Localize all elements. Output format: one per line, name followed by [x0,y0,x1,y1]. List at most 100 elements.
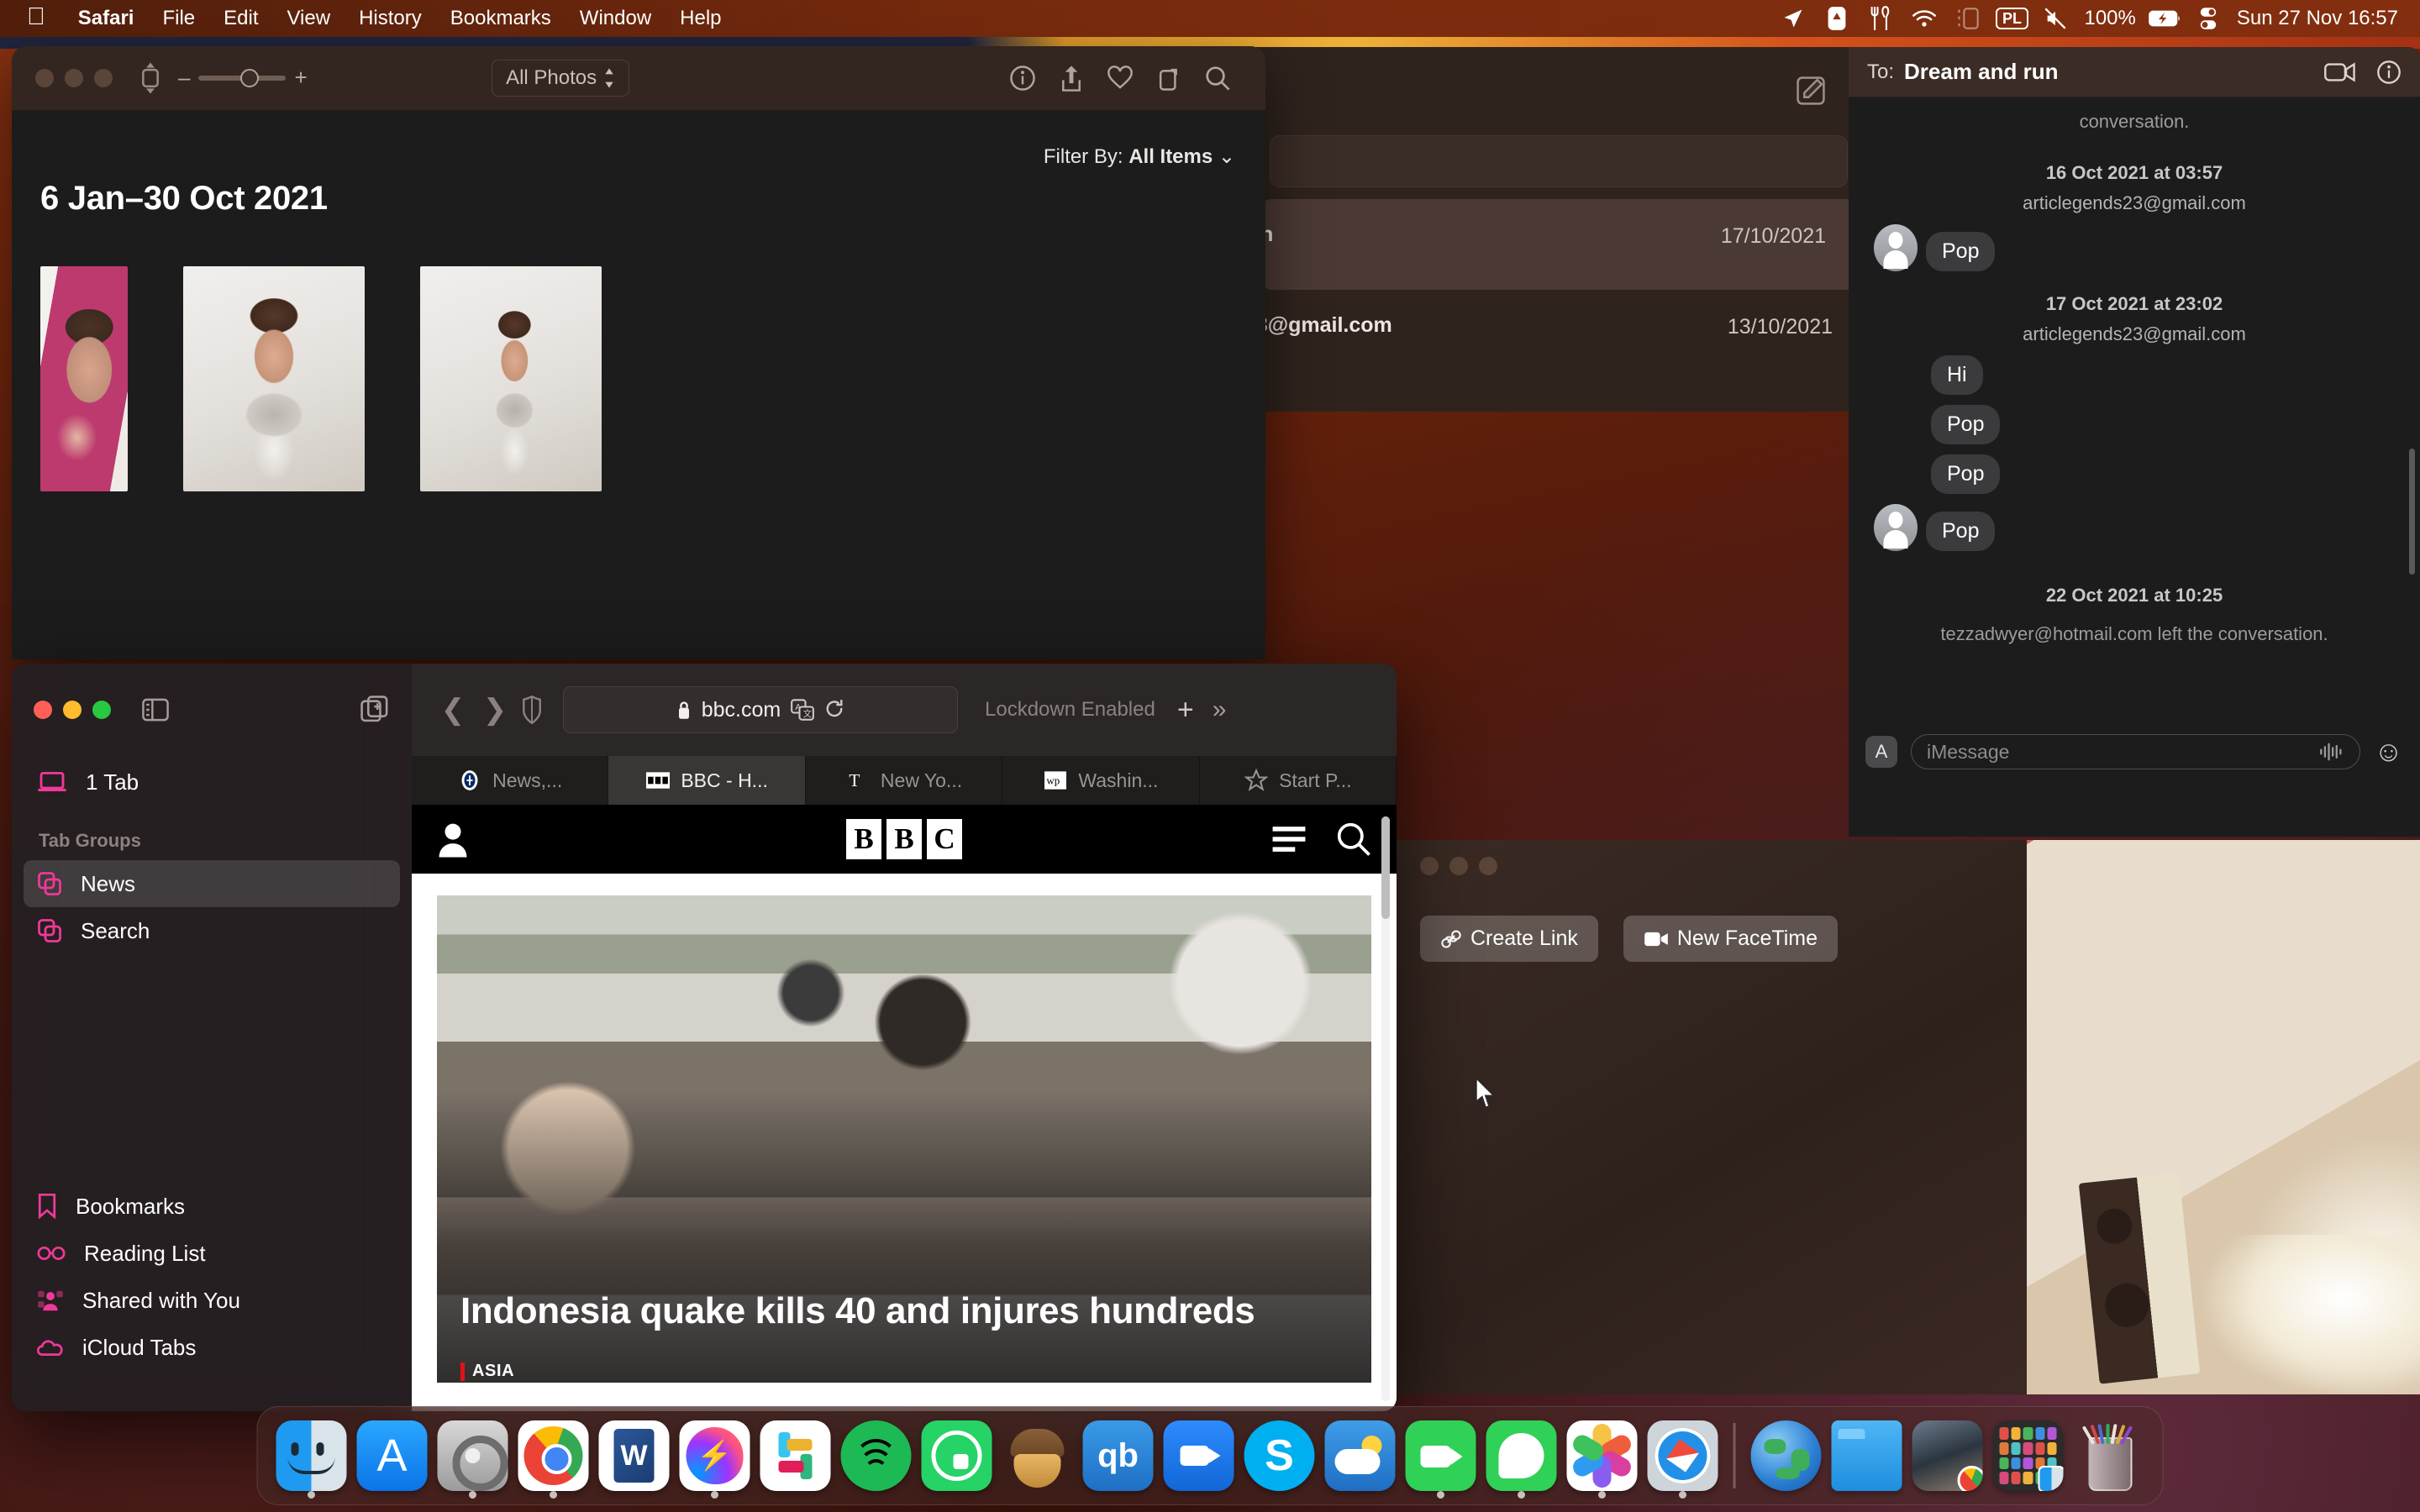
zoom-in-label[interactable]: + [294,67,307,88]
hamburger-menu-icon[interactable] [1270,825,1307,853]
dock-item-skype[interactable] [1239,1406,1320,1505]
photos-view-selector[interactable]: All Photos [492,60,630,97]
photo-thumbnail-2[interactable] [183,266,365,491]
mail-window[interactable]: run 17/10/2021 s23@gmail.com 13/10/2021 [1256,47,1861,412]
dock-item-stacks-preview[interactable] [1907,1406,1988,1505]
facetime-window[interactable]: Create Link New FaceTime [1397,840,2027,1394]
mail-row[interactable]: run 17/10/2021 [1256,199,1854,290]
photos-filter-control[interactable]: Filter By: All Items ⌄ [1044,144,1235,169]
messages-window[interactable]: To: Dream and run conversation. 16 Oct 2… [1849,47,2420,837]
menu-item-view[interactable]: View [272,7,345,30]
bbc-section-label[interactable]: ASIA [460,1362,514,1381]
double-chevron-right-icon[interactable]: » [1213,696,1227,724]
dock-item-messages[interactable] [1481,1406,1562,1505]
dock-item-zoom[interactable] [1159,1406,1239,1505]
new-facetime-button[interactable]: New FaceTime [1623,916,1839,962]
sidebar-item-bookmarks[interactable]: Bookmarks [24,1183,400,1230]
favorite-heart-icon[interactable] [1096,60,1144,97]
dock-item-photos[interactable] [1562,1406,1643,1505]
video-camera-icon[interactable] [2324,61,2356,83]
facetime-traffic-lights[interactable] [1420,857,1497,875]
zoom-slider-knob[interactable] [240,69,260,87]
sidebar-item-shared-with-you[interactable]: Shared with You [24,1277,400,1324]
apple-logo-icon[interactable]:  [27,4,45,29]
privacy-shield-icon[interactable] [521,696,543,724]
cutlery-icon[interactable] [1859,0,1902,37]
chevron-right-icon[interactable]: ❯ [474,693,516,727]
dock-item-internet-globe[interactable] [1746,1406,1827,1505]
photos-window[interactable]: – + All Photos Filter By: All Items ⌄ 6 … [12,46,1265,659]
dock-item-system-settings[interactable] [433,1406,513,1505]
dock-item-google-chrome[interactable] [513,1406,594,1505]
compose-icon[interactable] [1796,76,1826,106]
minimize-button[interactable] [65,69,83,87]
menu-item-window[interactable]: Window [566,7,666,30]
dock-item-acorn[interactable] [997,1406,1078,1505]
dock-item-whatsapp[interactable] [917,1406,997,1505]
close-button[interactable] [34,701,52,719]
safari-traffic-lights[interactable] [34,701,111,719]
dock-item-messenger[interactable] [675,1406,755,1505]
menu-item-safari[interactable]: Safari [64,7,149,30]
menu-item-file[interactable]: File [148,7,209,30]
dropbox-icon[interactable] [1815,0,1859,37]
tab-start-page[interactable]: Start P... [1200,756,1397,805]
tab-washington-post[interactable]: wp Washin... [1002,756,1200,805]
messages-recipient[interactable]: Dream and run [1904,59,2059,85]
scrollbar-thumb[interactable] [1381,816,1390,919]
location-arrow-icon[interactable] [1771,0,1815,37]
info-icon[interactable] [2376,60,2402,85]
bbc-headline[interactable]: Indonesia quake kills 40 and injures hun… [460,1289,1264,1334]
photos-zoom-slider[interactable]: – + [178,67,308,88]
create-link-button[interactable]: Create Link [1420,916,1598,962]
tab-bbc-home[interactable]: BBC - H... [608,756,806,805]
message-bubble[interactable]: Pop [1931,405,2001,444]
close-button[interactable] [35,69,54,87]
dock-item-trash[interactable] [2069,1406,2149,1505]
bbc-top-story[interactable]: Indonesia quake kills 40 and injures hun… [437,895,1371,1383]
dock-item-safari[interactable] [1643,1406,1723,1505]
mail-search-input[interactable] [1270,135,1848,187]
close-button[interactable] [1420,857,1439,875]
sidebar-item-search[interactable]: Search [24,907,400,954]
maximize-button[interactable] [92,701,111,719]
messages-scrollbar[interactable] [2409,449,2415,575]
safari-address-bar[interactable]: bbc.com A文 [563,686,958,733]
tab-guardian-news[interactable]: News,... [412,756,609,805]
info-icon[interactable] [998,60,1047,97]
safari-web-content[interactable]: B B C Indonesia quake kills 40 and injur… [412,805,1397,1411]
dock-item-slack[interactable] [755,1406,836,1505]
message-bubble[interactable]: Pop [1931,454,2001,494]
sidebar-item-icloud-tabs[interactable]: iCloud Tabs [24,1324,400,1371]
account-person-icon[interactable] [437,821,469,858]
menu-item-bookmarks[interactable]: Bookmarks [436,7,566,30]
dock-item-spotify[interactable] [836,1406,917,1505]
translate-icon[interactable]: A文 [791,699,815,721]
zoom-out-label[interactable]: – [178,67,190,88]
sidebar-item-news[interactable]: News [24,860,400,907]
page-scrollbar[interactable] [1381,816,1390,1401]
maximize-button[interactable] [1479,857,1497,875]
reload-icon[interactable] [824,699,844,721]
photo-thumbnail-1[interactable] [40,266,128,491]
menu-item-history[interactable]: History [345,7,436,30]
menu-item-edit[interactable]: Edit [209,7,272,30]
search-icon[interactable] [1336,822,1371,857]
messages-thread[interactable]: conversation. 16 Oct 2021 at 03:57 artic… [1849,97,2420,788]
new-tab-group-icon[interactable] [360,695,390,725]
tab-new-york-times[interactable]: T New Yo... [806,756,1003,805]
dock-item-qbittorrent[interactable] [1078,1406,1159,1505]
dock-item-microsoft-word[interactable] [594,1406,675,1505]
dock-item-weather[interactable] [1320,1406,1401,1505]
sidebar-toggle-icon[interactable] [141,696,170,724]
sidebar-toggle-icon[interactable] [138,60,163,96]
menu-bar-clock[interactable]: Sun 27 Nov 16:57 [2230,7,2405,30]
message-input[interactable]: iMessage [1911,734,2361,769]
photo-thumbnail-3[interactable] [420,266,602,491]
photos-traffic-lights[interactable] [35,69,113,87]
sidebar-item-tab-count[interactable]: 1 Tab [12,756,412,808]
battery-charging-icon[interactable] [2143,0,2186,37]
mute-speaker-icon[interactable] [2033,0,2077,37]
control-center-icon[interactable] [2186,0,2230,37]
chevron-left-icon[interactable]: ❮ [432,693,474,727]
